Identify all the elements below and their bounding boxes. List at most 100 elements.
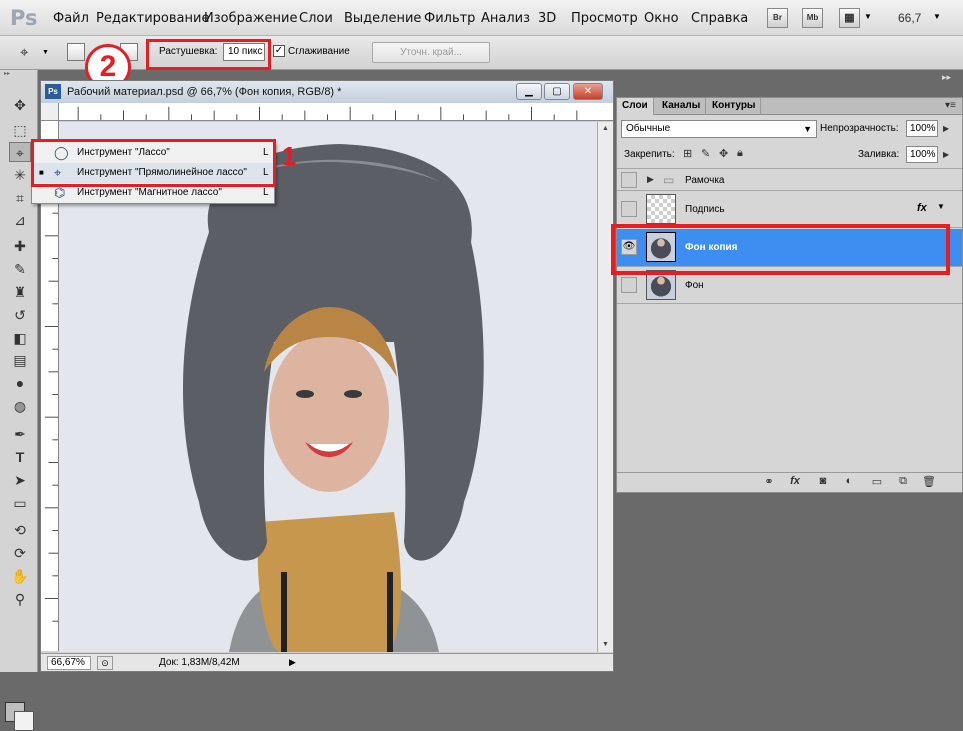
lock-label: Закрепить: (624, 149, 675, 160)
background-color-swatch[interactable] (14, 711, 34, 731)
fill-slider-arrow-icon[interactable]: ▶ (943, 150, 949, 159)
gradient-tool-icon[interactable]: ▤ (9, 350, 31, 370)
healing-tool-icon[interactable]: ✚ (9, 236, 31, 256)
visibility-toggle[interactable] (621, 277, 637, 293)
tab-channels[interactable]: Каналы (657, 98, 707, 115)
navigator-icon[interactable]: ⊙ (97, 656, 113, 670)
layer-row-podpis[interactable]: Подпись fx ▼ (617, 192, 962, 228)
document-size: Док: 1,83M/8,42M (159, 657, 240, 668)
menu-3d[interactable]: 3D (538, 11, 556, 26)
tab-layers[interactable]: Слои (617, 98, 654, 115)
opacity-field[interactable]: 100% (906, 120, 938, 137)
adjustment-layer-icon[interactable]: ◐ (841, 475, 857, 487)
fill-field[interactable]: 100% (906, 146, 938, 163)
menu-view[interactable]: Просмотр (571, 11, 638, 26)
new-layer-icon[interactable]: ⧉ (895, 475, 911, 488)
menu-layers[interactable]: Слои (299, 11, 333, 26)
tab-paths[interactable]: Контуры (707, 98, 762, 115)
polygonal-lasso-preset-icon[interactable]: ⌖ (20, 44, 28, 61)
panel-collapse-icon[interactable]: ▸▸ (942, 72, 951, 83)
hand-tool-icon[interactable]: ✋ (9, 566, 31, 586)
new-selection-icon[interactable] (67, 43, 85, 61)
menu-help[interactable]: Справка (691, 11, 748, 26)
horizontal-ruler[interactable] (59, 103, 613, 121)
delete-layer-icon[interactable]: 🗑︎ (921, 475, 937, 488)
annotation-number-1: 1 (282, 141, 297, 171)
panel-menu-icon[interactable]: ▾≡ (945, 100, 956, 111)
maximize-button[interactable]: ▢ (544, 83, 570, 100)
view-extras-icon[interactable]: ▦ (839, 8, 860, 28)
pen-tool-icon[interactable]: ✒ (9, 424, 31, 444)
fx-icon[interactable]: fx (917, 202, 927, 214)
marquee-tool-icon[interactable]: ⬚ (9, 120, 31, 140)
shape-tool-icon[interactable]: ▭ (9, 493, 31, 513)
lock-all-icon[interactable]: 🔒︎ (737, 147, 743, 160)
menu-filter[interactable]: Фильтр (424, 11, 475, 26)
lock-position-icon[interactable]: ✥ (719, 147, 728, 160)
stamp-tool-icon[interactable]: ♜ (9, 282, 31, 302)
group-expand-icon[interactable]: ▶ (647, 174, 654, 185)
new-group-icon[interactable]: ▭ (869, 475, 885, 488)
scroll-down-icon[interactable]: ▼ (598, 638, 613, 652)
ruler-corner[interactable] (41, 103, 59, 121)
view-extras-dropdown-icon[interactable]: ▼ (864, 12, 872, 21)
menu-edit[interactable]: Редактирование (96, 11, 209, 26)
link-layers-icon[interactable]: ⚭ (761, 475, 777, 488)
blend-mode-value: Обычные (626, 123, 671, 134)
blend-mode-select[interactable]: Обычные ▼ (621, 120, 817, 138)
lock-pixels-icon[interactable]: ✎ (701, 147, 710, 160)
vertical-scrollbar[interactable]: ▲ ▼ (597, 122, 613, 652)
menu-analysis[interactable]: Анализ (481, 11, 530, 26)
fill-label: Заливка: (858, 149, 900, 160)
layer-row-ramochka[interactable]: ▶ ▭ Рамочка (617, 168, 962, 191)
layers-panel-footer: ⚭ fx ◙ ◐ ▭ ⧉ 🗑︎ (617, 472, 962, 492)
menu-window[interactable]: Окно (644, 11, 679, 26)
lock-transparency-icon[interactable]: ⊞ (683, 147, 692, 160)
annotation-box-3 (611, 224, 950, 275)
quick-select-tool-icon[interactable]: ✳ (9, 165, 31, 185)
document-titlebar[interactable]: Ps Рабочий материал.psd @ 66,7% (Фон коп… (41, 81, 613, 103)
status-bar: 66,67% ⊙ Док: 1,83M/8,42M ▶ (41, 653, 613, 671)
menu-file[interactable]: Файл (53, 11, 89, 26)
minimize-button[interactable]: ▁ (516, 83, 542, 100)
path-select-tool-icon[interactable]: ➤ (9, 470, 31, 490)
eraser-tool-icon[interactable]: ◧ (9, 328, 31, 348)
fx-expand-icon[interactable]: ▼ (937, 202, 945, 211)
3d-rotate-tool-icon[interactable]: ⟲ (9, 520, 31, 540)
add-mask-icon[interactable]: ◙ (815, 475, 831, 487)
close-button[interactable]: ✕ (573, 83, 603, 100)
lasso-tool-icon[interactable]: ⌖ (9, 142, 31, 162)
zoom-field[interactable]: 66,67% (47, 656, 91, 670)
type-tool-icon[interactable]: T (9, 447, 31, 467)
eyedropper-tool-icon[interactable]: ⊿ (9, 210, 31, 230)
mini-bridge-button[interactable]: Mb (802, 8, 823, 28)
menu-image[interactable]: Изображение (204, 11, 297, 26)
scroll-up-icon[interactable]: ▲ (598, 122, 613, 136)
history-brush-tool-icon[interactable]: ↺ (9, 305, 31, 325)
antialias-label: Сглаживание (288, 46, 350, 57)
preset-dropdown-icon[interactable]: ▼ (42, 49, 49, 56)
menu-select[interactable]: Выделение (344, 11, 421, 26)
visibility-toggle[interactable] (621, 201, 637, 217)
layer-thumbnail (646, 194, 676, 224)
status-menu-arrow-icon[interactable]: ▶ (289, 657, 296, 668)
folder-icon: ▭ (663, 173, 675, 187)
bridge-button[interactable]: Br (767, 8, 788, 28)
zoom-tool-icon[interactable]: ⚲ (9, 589, 31, 609)
layer-name: Подпись (685, 204, 725, 215)
zoom-level-readout[interactable]: 66,7 (898, 11, 921, 25)
move-tool-icon[interactable]: ✥ (9, 95, 31, 115)
3d-orbit-tool-icon[interactable]: ⟳ (9, 543, 31, 563)
brush-tool-icon[interactable]: ✎ (9, 259, 31, 279)
antialias-checkbox[interactable]: ✓ (273, 45, 285, 57)
crop-tool-icon[interactable]: ⌗ (9, 188, 31, 208)
refine-edge-button[interactable]: Уточн. край... (372, 42, 490, 63)
toolbox-grip-icon[interactable]: ▸▸ (4, 70, 34, 78)
visibility-toggle[interactable] (621, 172, 637, 188)
add-style-icon[interactable]: fx (787, 475, 803, 487)
zoom-dropdown-icon[interactable]: ▼ (933, 12, 941, 21)
blur-tool-icon[interactable]: ● (9, 373, 31, 393)
photoshop-logo: Ps (10, 6, 38, 30)
opacity-slider-arrow-icon[interactable]: ▶ (943, 124, 949, 133)
dodge-tool-icon[interactable]: ◍ (9, 396, 31, 416)
